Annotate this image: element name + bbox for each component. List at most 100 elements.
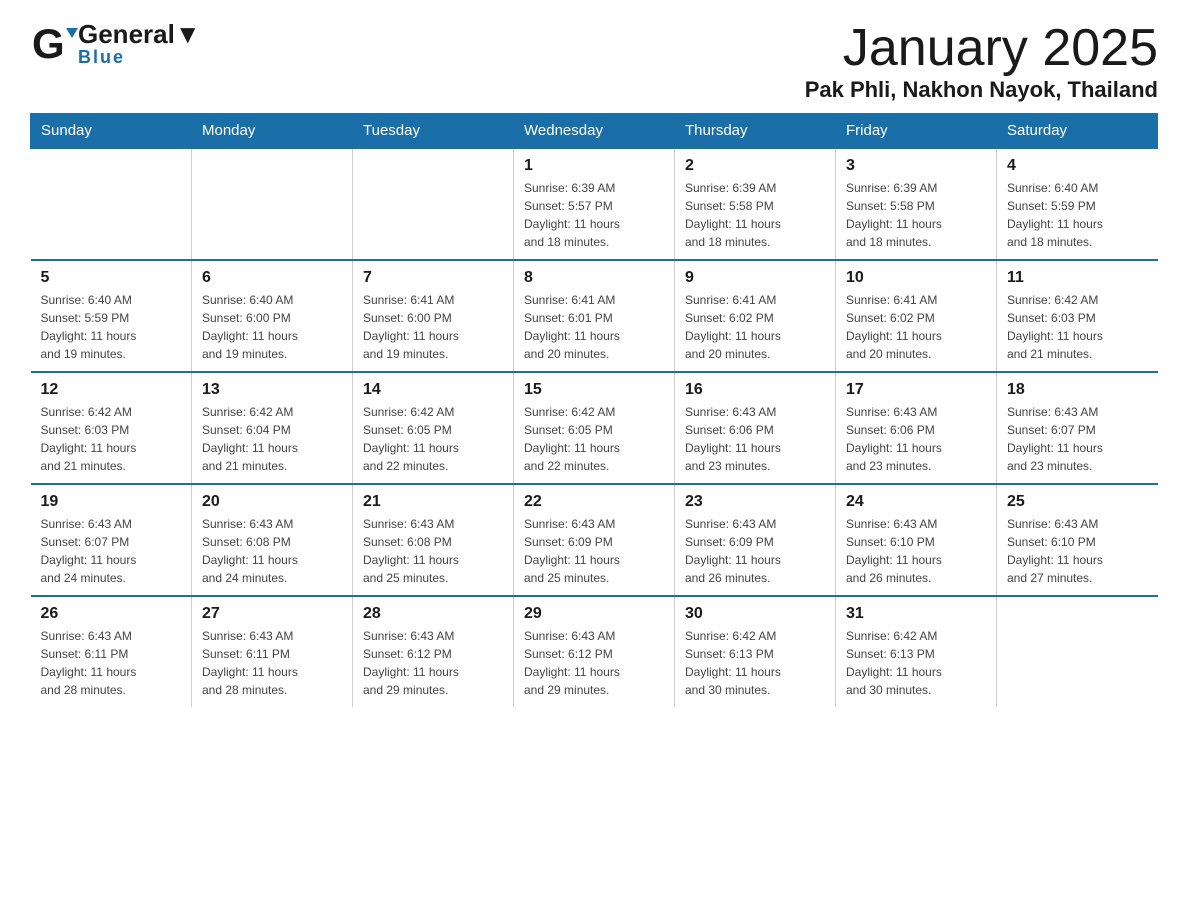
day-number: 8	[524, 269, 664, 287]
day-info: Sunrise: 6:39 AMSunset: 5:57 PMDaylight:…	[524, 179, 664, 251]
day-info: Sunrise: 6:42 AMSunset: 6:03 PMDaylight:…	[1007, 291, 1148, 363]
header-saturday: Saturday	[997, 114, 1158, 149]
day-info: Sunrise: 6:43 AMSunset: 6:09 PMDaylight:…	[524, 515, 664, 587]
header-friday: Friday	[836, 114, 997, 149]
day-info: Sunrise: 6:43 AMSunset: 6:09 PMDaylight:…	[685, 515, 825, 587]
calendar-week-row: 5Sunrise: 6:40 AMSunset: 5:59 PMDaylight…	[31, 260, 1158, 372]
day-info: Sunrise: 6:42 AMSunset: 6:13 PMDaylight:…	[685, 627, 825, 699]
logo-icon: G	[30, 20, 78, 68]
page-subtitle: Pak Phli, Nakhon Nayok, Thailand	[805, 77, 1158, 103]
day-number: 15	[524, 381, 664, 399]
day-number: 12	[41, 381, 182, 399]
calendar-day-cell: 25 Sunrise: 6:43 AMSunset: 6:10 PMDayligh…	[997, 484, 1158, 596]
calendar-day-cell: 18Sunrise: 6:43 AMSunset: 6:07 PMDayligh…	[997, 372, 1158, 484]
day-number: 4	[1007, 157, 1148, 175]
calendar-day-cell: 27 Sunrise: 6:43 AMSunset: 6:11 PMDayligh…	[192, 596, 353, 707]
calendar-day-cell: 31 Sunrise: 6:42 AMSunset: 6:13 PMDayligh…	[836, 596, 997, 707]
day-info: Sunrise: 6:40 AMSunset: 5:59 PMDaylight:…	[1007, 179, 1148, 251]
calendar-table: Sunday Monday Tuesday Wednesday Thursday…	[30, 113, 1158, 707]
day-number: 31	[846, 605, 986, 623]
title-section: January 2025 Pak Phli, Nakhon Nayok, Tha…	[805, 20, 1158, 103]
day-info: Sunrise: 6:39 AMSunset: 5:58 PMDaylight:…	[846, 179, 986, 251]
day-number: 21	[363, 493, 503, 511]
day-info: Sunrise: 6:42 AMSunset: 6:13 PMDaylight:…	[846, 627, 986, 699]
header-sunday: Sunday	[31, 114, 192, 149]
header-tuesday: Tuesday	[353, 114, 514, 149]
day-number: 25	[1007, 493, 1148, 511]
calendar-day-cell: 19Sunrise: 6:43 AMSunset: 6:07 PMDayligh…	[31, 484, 192, 596]
day-number: 16	[685, 381, 825, 399]
calendar-day-cell: 14Sunrise: 6:42 AMSunset: 6:05 PMDayligh…	[353, 372, 514, 484]
day-number: 2	[685, 157, 825, 175]
day-info: Sunrise: 6:43 AMSunset: 6:10 PMDaylight:…	[846, 515, 986, 587]
day-number: 10	[846, 269, 986, 287]
calendar-day-cell: 1Sunrise: 6:39 AMSunset: 5:57 PMDaylight…	[514, 148, 675, 260]
calendar-day-cell: 13Sunrise: 6:42 AMSunset: 6:04 PMDayligh…	[192, 372, 353, 484]
calendar-header-row: Sunday Monday Tuesday Wednesday Thursday…	[31, 114, 1158, 149]
calendar-week-row: 12 Sunrise: 6:42 AMSunset: 6:03 PMDayligh…	[31, 372, 1158, 484]
calendar-day-cell: 29Sunrise: 6:43 AMSunset: 6:12 PMDayligh…	[514, 596, 675, 707]
header-wednesday: Wednesday	[514, 114, 675, 149]
day-info: Sunrise: 6:42 AMSunset: 6:05 PMDaylight:…	[524, 403, 664, 475]
calendar-day-cell: 16 Sunrise: 6:43 AMSunset: 6:06 PMDayligh…	[675, 372, 836, 484]
day-number: 13	[202, 381, 342, 399]
calendar-day-cell: 17Sunrise: 6:43 AMSunset: 6:06 PMDayligh…	[836, 372, 997, 484]
day-info: Sunrise: 6:43 AMSunset: 6:08 PMDaylight:…	[363, 515, 503, 587]
header-monday: Monday	[192, 114, 353, 149]
day-info: Sunrise: 6:43 AMSunset: 6:11 PMDaylight:…	[41, 627, 182, 699]
calendar-week-row: 1Sunrise: 6:39 AMSunset: 5:57 PMDaylight…	[31, 148, 1158, 260]
day-number: 26	[41, 605, 182, 623]
calendar-day-cell: 11 Sunrise: 6:42 AMSunset: 6:03 PMDayligh…	[997, 260, 1158, 372]
day-info: Sunrise: 6:43 AMSunset: 6:08 PMDaylight:…	[202, 515, 342, 587]
calendar-day-cell: 6Sunrise: 6:40 AMSunset: 6:00 PMDaylight…	[192, 260, 353, 372]
day-info: Sunrise: 6:43 AMSunset: 6:06 PMDaylight:…	[685, 403, 825, 475]
day-info: Sunrise: 6:43 AMSunset: 6:07 PMDaylight:…	[41, 515, 182, 587]
logo: G General▼ Blue	[30, 20, 201, 68]
calendar-day-cell	[353, 148, 514, 260]
day-info: Sunrise: 6:43 AMSunset: 6:11 PMDaylight:…	[202, 627, 342, 699]
day-info: Sunrise: 6:41 AMSunset: 6:01 PMDaylight:…	[524, 291, 664, 363]
calendar-day-cell: 23Sunrise: 6:43 AMSunset: 6:09 PMDayligh…	[675, 484, 836, 596]
calendar-day-cell: 28 Sunrise: 6:43 AMSunset: 6:12 PMDayligh…	[353, 596, 514, 707]
logo-blue: Blue	[78, 47, 125, 67]
calendar-day-cell: 21 Sunrise: 6:43 AMSunset: 6:08 PMDayligh…	[353, 484, 514, 596]
day-info: Sunrise: 6:40 AMSunset: 5:59 PMDaylight:…	[41, 291, 182, 363]
day-info: Sunrise: 6:41 AMSunset: 6:00 PMDaylight:…	[363, 291, 503, 363]
day-info: Sunrise: 6:42 AMSunset: 6:03 PMDaylight:…	[41, 403, 182, 475]
day-number: 22	[524, 493, 664, 511]
day-number: 28	[363, 605, 503, 623]
day-number: 11	[1007, 269, 1148, 287]
calendar-day-cell: 7Sunrise: 6:41 AMSunset: 6:00 PMDaylight…	[353, 260, 514, 372]
calendar-week-row: 19Sunrise: 6:43 AMSunset: 6:07 PMDayligh…	[31, 484, 1158, 596]
calendar-day-cell	[31, 148, 192, 260]
calendar-day-cell: 4 Sunrise: 6:40 AMSunset: 5:59 PMDaylight…	[997, 148, 1158, 260]
day-number: 3	[846, 157, 986, 175]
day-number: 18	[1007, 381, 1148, 399]
day-info: Sunrise: 6:43 AMSunset: 6:06 PMDaylight:…	[846, 403, 986, 475]
day-number: 27	[202, 605, 342, 623]
calendar-day-cell: 8 Sunrise: 6:41 AMSunset: 6:01 PMDaylight…	[514, 260, 675, 372]
calendar-day-cell: 30 Sunrise: 6:42 AMSunset: 6:13 PMDayligh…	[675, 596, 836, 707]
calendar-week-row: 26 Sunrise: 6:43 AMSunset: 6:11 PMDayligh…	[31, 596, 1158, 707]
day-number: 30	[685, 605, 825, 623]
svg-text:G: G	[32, 20, 65, 67]
calendar-day-cell: 9Sunrise: 6:41 AMSunset: 6:02 PMDaylight…	[675, 260, 836, 372]
calendar-day-cell: 22 Sunrise: 6:43 AMSunset: 6:09 PMDayligh…	[514, 484, 675, 596]
calendar-day-cell	[192, 148, 353, 260]
calendar-day-cell: 12 Sunrise: 6:42 AMSunset: 6:03 PMDayligh…	[31, 372, 192, 484]
day-info: Sunrise: 6:39 AMSunset: 5:58 PMDaylight:…	[685, 179, 825, 251]
page-header: G General▼ Blue January 2025 Pak Phli, N…	[30, 20, 1158, 103]
day-number: 24	[846, 493, 986, 511]
calendar-day-cell: 3 Sunrise: 6:39 AMSunset: 5:58 PMDaylight…	[836, 148, 997, 260]
day-info: Sunrise: 6:41 AMSunset: 6:02 PMDaylight:…	[846, 291, 986, 363]
day-number: 14	[363, 381, 503, 399]
day-info: Sunrise: 6:41 AMSunset: 6:02 PMDaylight:…	[685, 291, 825, 363]
calendar-day-cell: 20Sunrise: 6:43 AMSunset: 6:08 PMDayligh…	[192, 484, 353, 596]
page-title: January 2025	[805, 20, 1158, 77]
day-info: Sunrise: 6:40 AMSunset: 6:00 PMDaylight:…	[202, 291, 342, 363]
calendar-day-cell: 5Sunrise: 6:40 AMSunset: 5:59 PMDaylight…	[31, 260, 192, 372]
calendar-day-cell	[997, 596, 1158, 707]
day-info: Sunrise: 6:43 AMSunset: 6:12 PMDaylight:…	[363, 627, 503, 699]
day-info: Sunrise: 6:43 AMSunset: 6:10 PMDaylight:…	[1007, 515, 1148, 587]
calendar-day-cell: 24 Sunrise: 6:43 AMSunset: 6:10 PMDayligh…	[836, 484, 997, 596]
